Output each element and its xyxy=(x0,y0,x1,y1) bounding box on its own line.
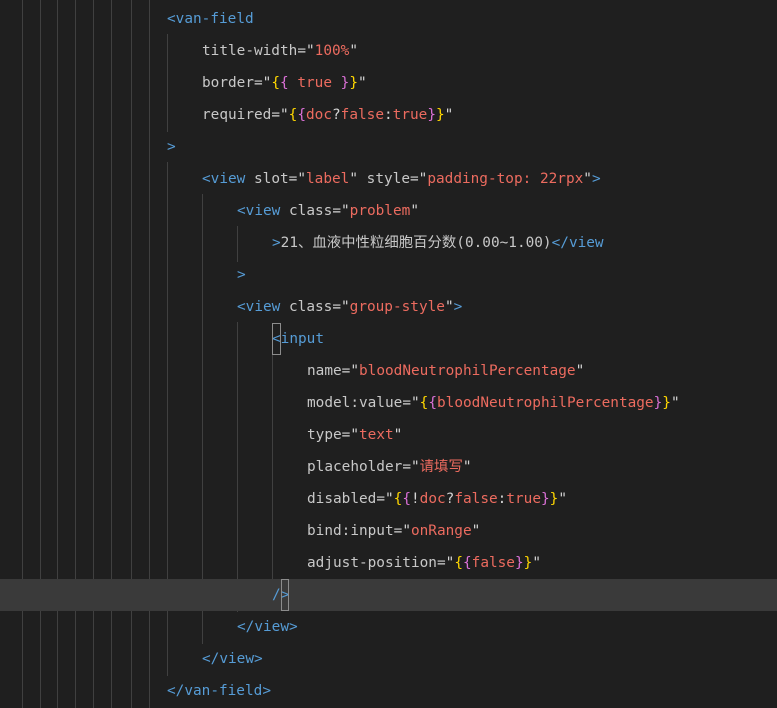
code-line[interactable]: name="bloodNeutrophilPercentage" xyxy=(0,355,777,387)
code-line-text: <input xyxy=(272,323,324,355)
code-line[interactable]: title-width="100%" xyxy=(0,35,777,67)
code-line[interactable]: type="text" xyxy=(0,419,777,451)
code-line[interactable]: bind:input="onRange" xyxy=(0,515,777,547)
code-line[interactable]: placeholder="请填写" xyxy=(0,451,777,483)
code-line[interactable]: >21、血液中性粒细胞百分数(0.00~1.00)</view xyxy=(0,227,777,259)
code-line-text: > xyxy=(167,139,176,155)
code-line[interactable]: </view> xyxy=(0,643,777,675)
code-line[interactable]: <view class="group-style"> xyxy=(0,291,777,323)
code-line-text: required="{{doc?false:true}}" xyxy=(202,107,454,123)
code-line[interactable]: model:value="{{bloodNeutrophilPercentage… xyxy=(0,387,777,419)
code-line-text: disabled="{{!doc?false:true}}" xyxy=(307,491,568,507)
code-line-text: model:value="{{bloodNeutrophilPercentage… xyxy=(307,395,680,411)
code-line-text: /> xyxy=(272,579,290,611)
code-line[interactable]: disabled="{{!doc?false:true}}" xyxy=(0,483,777,515)
code-line-text: border="{{ true }}" xyxy=(202,75,367,91)
code-line-text: <view class="group-style"> xyxy=(237,299,463,315)
matching-bracket-highlight: < xyxy=(272,323,281,355)
code-line-text: </view> xyxy=(202,651,263,667)
code-line[interactable]: </van-field> xyxy=(0,675,777,707)
code-line-text: title-width="100%" xyxy=(202,43,358,59)
matching-bracket-highlight: > xyxy=(280,579,290,611)
code-line-text: > xyxy=(237,267,246,283)
code-line-text: type="text" xyxy=(307,427,403,443)
code-line[interactable]: <input xyxy=(0,323,777,355)
code-line-text: placeholder="请填写" xyxy=(307,459,472,475)
code-line-text: <view class="problem" xyxy=(237,203,419,219)
code-line[interactable]: > xyxy=(0,131,777,163)
code-line[interactable]: <van-field xyxy=(0,3,777,35)
code-line-text: </van-field> xyxy=(167,683,271,699)
code-line[interactable]: /> xyxy=(0,579,777,611)
code-editor[interactable]: <van-field title-width="100%" border="{{ t… xyxy=(0,0,777,708)
code-line[interactable]: <view slot="label" style="padding-top: 2… xyxy=(0,163,777,195)
code-line[interactable]: adjust-position="{{false}}" xyxy=(0,547,777,579)
code-line-text: adjust-position="{{false}}" xyxy=(307,555,541,571)
code-line-text: bind:input="onRange" xyxy=(307,523,481,539)
code-line[interactable]: border="{{ true }}" xyxy=(0,67,777,99)
code-line-text: >21、血液中性粒细胞百分数(0.00~1.00)</view xyxy=(272,235,604,251)
code-line-text: </view> xyxy=(237,619,298,635)
code-line[interactable]: required="{{doc?false:true}}" xyxy=(0,99,777,131)
code-line[interactable]: > xyxy=(0,259,777,291)
code-line-text: <van-field xyxy=(167,11,254,27)
code-line[interactable]: <view class="problem" xyxy=(0,195,777,227)
code-line-text: <view slot="label" style="padding-top: 2… xyxy=(202,171,601,187)
code-line[interactable]: </view> xyxy=(0,611,777,643)
code-line-text: name="bloodNeutrophilPercentage" xyxy=(307,363,585,379)
